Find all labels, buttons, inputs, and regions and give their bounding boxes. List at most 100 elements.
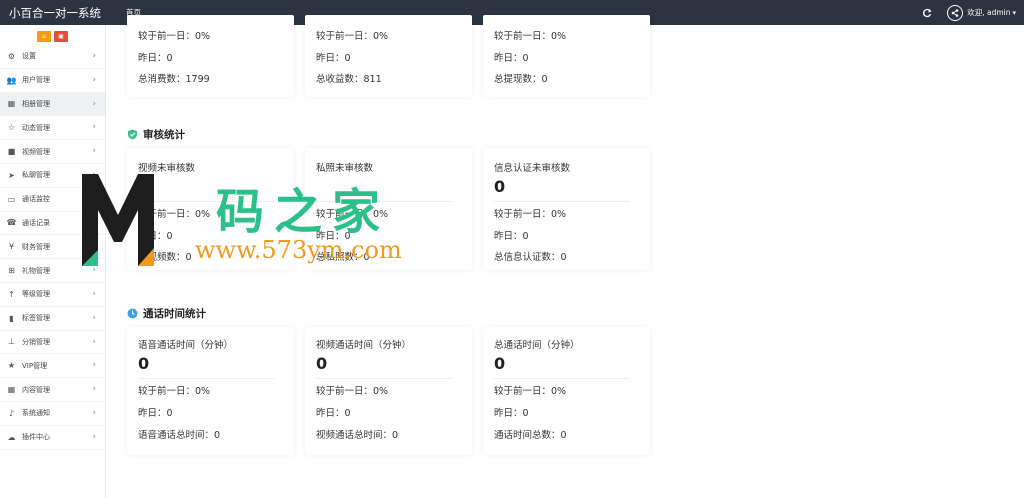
card-value: 0 xyxy=(494,354,506,373)
refresh-icon[interactable] xyxy=(919,5,935,21)
sidebar-item-2[interactable]: 👥 用户管理 › xyxy=(0,69,105,93)
call-title-text: 通话时间统计 xyxy=(143,308,206,320)
chevron-right-icon: › xyxy=(92,312,96,323)
sidebar-item-label: 动态管理 xyxy=(22,123,50,132)
watermark-brand: 码之家 xyxy=(216,184,391,240)
call-card-video: 视频通话时间（分钟） 0 较于前一日：0% 昨日：0 视频通话总时间：0 xyxy=(305,327,472,455)
total-text: 视频通话总时间：0 xyxy=(316,430,399,441)
card-value: 0 xyxy=(494,177,506,196)
sidebar-item-15[interactable]: ▦ 内容管理 › xyxy=(0,378,105,402)
sidebar-item-11[interactable]: ↑ 等级管理 › xyxy=(0,283,105,307)
total-text: 总信息认证数：0 xyxy=(494,252,567,263)
yesterday-text: 昨日：0 xyxy=(494,53,529,64)
sidebar-shortcuts: ⌂ ▣ xyxy=(0,25,105,45)
card-label: 语音通话时间（分钟） xyxy=(138,340,234,351)
chevron-right-icon: › xyxy=(92,51,96,61)
card-label: 信息认证未审核数 xyxy=(494,163,571,174)
total-text: 总消费数：1799 xyxy=(138,74,210,85)
watermark: 码之家 www.573ym.com xyxy=(78,170,458,275)
yesterday-text: 昨日：0 xyxy=(316,408,351,419)
yesterday-text: 昨日：0 xyxy=(138,408,173,419)
sidebar-item-16[interactable]: ♪ 系统通知 › xyxy=(0,402,105,426)
sidebar-item-12[interactable]: ▮ 标签管理 › xyxy=(0,307,105,331)
sidebar-item-17[interactable]: ☁ 插件中心 › xyxy=(0,426,105,450)
sidebar-item-3[interactable]: ▦ 相册管理 › xyxy=(0,92,105,117)
card-divider xyxy=(494,201,630,202)
chevron-right-icon: › xyxy=(92,336,96,347)
stat-card-consume: 较于前一日：0% 昨日：0 总消费数：1799 xyxy=(127,15,294,97)
shortcut-button-red[interactable]: ▣ xyxy=(54,30,68,42)
chevron-right-icon: › xyxy=(92,98,96,109)
sidebar-item-label: 私聊管理 xyxy=(22,171,50,180)
grid-icon: ▦ xyxy=(7,385,16,395)
welcome-user[interactable]: 欢迎, admin xyxy=(967,7,1010,18)
sidebar-item-14[interactable]: ★ VIP管理 › xyxy=(0,354,105,379)
total-text: 语音通话总时间：0 xyxy=(138,430,221,441)
yesterday-text: 昨日：0 xyxy=(138,53,173,64)
sidebar-item-1[interactable]: ⚙ 设置 › xyxy=(0,45,105,69)
call-card-voice: 语音通话时间（分钟） 0 较于前一日：0% 昨日：0 语音通话总时间：0 xyxy=(127,327,294,455)
users-icon: 👥 xyxy=(6,75,17,85)
sidebar-item-5[interactable]: ■ 视频管理 › xyxy=(0,140,105,164)
chevron-right-icon: › xyxy=(92,431,96,442)
bookmark-icon: ▮ xyxy=(9,313,14,323)
clock-icon xyxy=(127,308,138,319)
star-filled-icon: ★ xyxy=(7,361,16,371)
sidebar-item-label: 通话记录 xyxy=(22,218,50,227)
sidebar-item-label: 插件中心 xyxy=(22,433,50,442)
sidebar-item-label: 内容管理 xyxy=(22,385,50,394)
yesterday-text: 昨日：0 xyxy=(316,53,351,64)
level-icon: ↑ xyxy=(8,289,15,299)
app-title: 小百合一对一系统 xyxy=(9,5,101,20)
card-divider xyxy=(138,378,274,379)
call-card-total: 总通话时间（分钟） 0 较于前一日：0% 昨日：0 通话时间总数：0 xyxy=(483,327,650,455)
sidebar-item-label: 礼物管理 xyxy=(22,266,50,275)
watermark-logo-icon xyxy=(82,174,154,266)
card-label: 总通话时间（分钟） xyxy=(494,340,580,351)
total-text: 总提现数：0 xyxy=(494,74,548,85)
monitor-icon: ▭ xyxy=(7,194,16,204)
yesterday-text: 昨日：0 xyxy=(494,408,529,419)
sidebar-item-label: 系统通知 xyxy=(22,409,50,418)
chevron-right-icon: › xyxy=(92,384,96,395)
sidebar-item-label: 用户管理 xyxy=(22,76,50,85)
compare-text: 较于前一日：0% xyxy=(138,386,211,397)
card-value: 0 xyxy=(138,354,150,373)
stat-card-withdraw: 较于前一日：0% 昨日：0 总提现数：0 xyxy=(483,15,650,97)
avatar-icon[interactable] xyxy=(947,4,964,21)
chevron-down-icon[interactable]: ▾ xyxy=(1012,9,1016,17)
header-right: 欢迎, admin ▾ xyxy=(919,0,1016,25)
sidebar-item-4[interactable]: ☆ 动态管理 › xyxy=(0,116,105,141)
compare-text: 较于前一日：0% xyxy=(494,386,567,397)
sidebar-item-label: 财务管理 xyxy=(22,242,50,251)
send-icon: ➤ xyxy=(8,170,15,180)
star-icon: ☆ xyxy=(7,123,16,133)
chevron-right-icon: › xyxy=(92,122,96,133)
sidebar-item-label: 等级管理 xyxy=(22,290,50,299)
sidebar-item-label: 通话监控 xyxy=(22,195,50,204)
sidebar-item-13[interactable]: ⊥ 分销管理 › xyxy=(0,331,105,355)
sidebar-item-label: 标签管理 xyxy=(22,314,50,323)
home-shortcut-icon[interactable]: ⌂ xyxy=(37,30,51,42)
watermark-url: www.573ym.com xyxy=(195,236,402,264)
gift-icon: ⊞ xyxy=(8,266,15,276)
call-section-title: 通话时间统计 xyxy=(127,306,206,321)
stat-card-income: 较于前一日：0% 昨日：0 总收益数：811 xyxy=(305,15,472,97)
phone-icon: ☎ xyxy=(6,218,17,228)
audit-section-title: 审核统计 xyxy=(127,127,185,142)
yesterday-text: 昨日：0 xyxy=(494,231,529,242)
audit-card-identity: 信息认证未审核数 0 较于前一日：0% 昨日：0 总信息认证数：0 xyxy=(483,148,650,270)
sidebar-item-label: 设置 xyxy=(22,52,36,61)
video-icon: ■ xyxy=(7,147,16,157)
total-text: 总收益数：811 xyxy=(316,74,382,85)
card-value: 0 xyxy=(316,354,328,373)
audit-title-text: 审核统计 xyxy=(143,129,185,141)
sitemap-icon: ⊥ xyxy=(8,337,15,347)
chevron-right-icon: › xyxy=(92,360,96,371)
cloud-icon: ☁ xyxy=(7,432,16,442)
card-label: 视频通话时间（分钟） xyxy=(316,340,412,351)
total-text: 通话时间总数：0 xyxy=(494,430,567,441)
chevron-right-icon: › xyxy=(92,288,96,299)
compare-text: 较于前一日：0% xyxy=(494,31,567,42)
sidebar-item-label: 视频管理 xyxy=(22,147,50,156)
